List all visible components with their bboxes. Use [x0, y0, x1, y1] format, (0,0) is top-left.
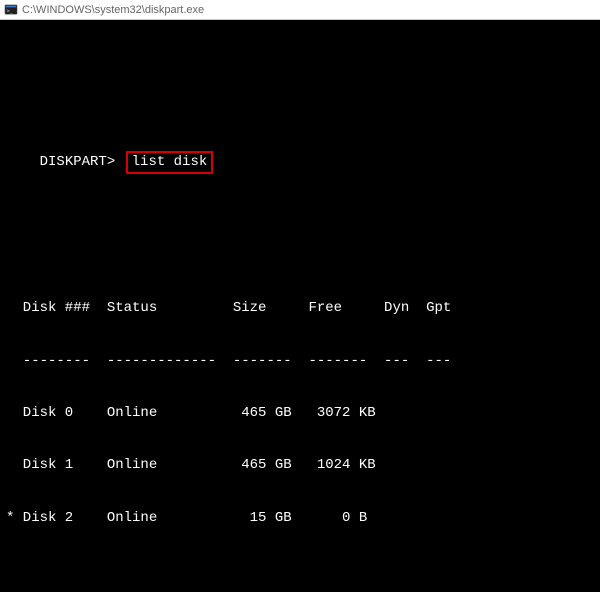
cmd-line-list-disk: DISKPART> list disk — [6, 135, 594, 190]
svg-text:>_: >_ — [7, 8, 14, 14]
terminal[interactable]: DISKPART> list disk Disk ### Status Size… — [0, 20, 600, 592]
disk-table-header: Disk ### Status Size Free Dyn Gpt — [6, 300, 594, 316]
highlight-list-disk: list disk — [126, 151, 214, 174]
disk-table-row: Disk 1 Online 465 GB 1024 KB — [6, 457, 594, 473]
window-titlebar: >_ C:\WINDOWS\system32\diskpart.exe — [0, 0, 600, 20]
disk-table-row: Disk 0 Online 465 GB 3072 KB — [6, 405, 594, 421]
disk-table-divider: -------- ------------- ------- ------- -… — [6, 353, 594, 369]
disk-table-row: * Disk 2 Online 15 GB 0 B — [6, 510, 594, 526]
prompt: DISKPART> — [40, 154, 116, 170]
app-icon: >_ — [4, 3, 18, 17]
window-title: C:\WINDOWS\system32\diskpart.exe — [22, 4, 204, 16]
